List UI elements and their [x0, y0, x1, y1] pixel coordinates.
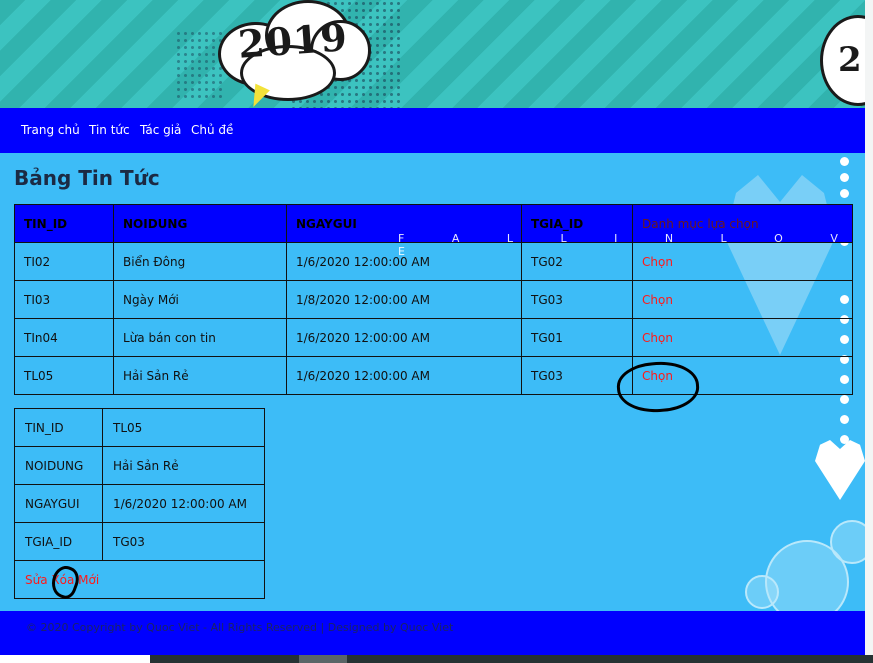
table-row: TI03 Ngày Mới 1/8/2020 12:00:00 AM TG03 …: [14, 280, 853, 319]
detail-table: TIN_ID TL05 NOIDUNG Hải Sản Rẻ NGAYGUI 1…: [14, 408, 265, 599]
select-link[interactable]: Chọn: [642, 293, 673, 307]
detail-value: TG03: [102, 522, 265, 561]
table-row: TL05 Hải Sản Rẻ 1/6/2020 12:00:00 AM TG0…: [14, 356, 853, 395]
cell-noidung: Biển Đông: [113, 242, 287, 281]
footer-copyright: © 2020 Copyright by Quoc Viet - All Righ…: [26, 621, 454, 634]
taskbar-area: [0, 655, 150, 663]
watermark-text: F A L L I N L O V E: [398, 232, 860, 258]
cell-noidung: Hải Sản Rẻ: [113, 356, 287, 395]
detail-value: Hải Sản Rẻ: [102, 446, 265, 485]
nav-home[interactable]: Trang chủ: [21, 123, 80, 137]
select-link[interactable]: Chọn: [642, 331, 673, 345]
nav-authors[interactable]: Tác giả: [140, 123, 181, 137]
cell-ngaygui: 1/8/2020 12:00:00 AM: [286, 280, 522, 319]
page-title: Bảng Tin Tức: [14, 166, 160, 190]
edit-link[interactable]: Sửa: [25, 573, 48, 587]
cell-noidung: Lừa bán con tin: [113, 318, 287, 357]
cell-tgia-id: TG03: [521, 356, 633, 395]
cell-ngaygui: 1/6/2020 12:00:00 AM: [286, 318, 522, 357]
detail-label: TGIA_ID: [14, 522, 103, 561]
cell-tin-id: TI03: [14, 280, 114, 319]
cell-action: Chọn: [632, 280, 853, 319]
detail-row: TGIA_ID TG03: [14, 522, 265, 561]
banner: 2019 2: [0, 0, 865, 108]
footer: © 2020 Copyright by Quoc Viet - All Righ…: [0, 611, 865, 655]
cell-tin-id: TIn04: [14, 318, 114, 357]
detail-row: NOIDUNG Hải Sản Rẻ: [14, 446, 265, 485]
nav-topics[interactable]: Chủ đề: [191, 123, 233, 137]
cell-tin-id: TL05: [14, 356, 114, 395]
detail-label: TIN_ID: [14, 408, 103, 447]
table-row: TIn04 Lừa bán con tin 1/6/2020 12:00:00 …: [14, 318, 853, 357]
nav-news[interactable]: Tin tức: [89, 123, 130, 137]
cell-tgia-id: TG01: [521, 318, 633, 357]
banner-year: 2019: [236, 14, 350, 67]
cell-tin-id: TI02: [14, 242, 114, 281]
detail-label: NOIDUNG: [14, 446, 103, 485]
cell-ngaygui: 1/6/2020 12:00:00 AM: [286, 356, 522, 395]
cell-noidung: Ngày Mới: [113, 280, 287, 319]
detail-row: TIN_ID TL05: [14, 408, 265, 447]
navbar: Trang chủ Tin tức Tác giả Chủ đề: [0, 108, 865, 153]
bubble-decoration: [745, 575, 779, 609]
page: 2019 2 Trang chủ Tin tức Tác giả Chủ đề …: [0, 0, 865, 655]
detail-value: 1/6/2020 12:00:00 AM: [102, 484, 265, 523]
cell-action: Chọn: [632, 318, 853, 357]
new-link[interactable]: Mới: [78, 573, 99, 587]
cell-tgia-id: TG03: [521, 280, 633, 319]
column-header: TIN_ID: [14, 204, 114, 243]
banner-year-partial: 2: [838, 40, 862, 80]
banner-halftone-2: [175, 30, 225, 100]
column-header: NOIDUNG: [113, 204, 287, 243]
taskbar-button[interactable]: [299, 655, 347, 663]
window-edge: [865, 0, 873, 655]
detail-label: NGAYGUI: [14, 484, 103, 523]
detail-value: TL05: [102, 408, 265, 447]
detail-row: NGAYGUI 1/6/2020 12:00:00 AM: [14, 484, 265, 523]
